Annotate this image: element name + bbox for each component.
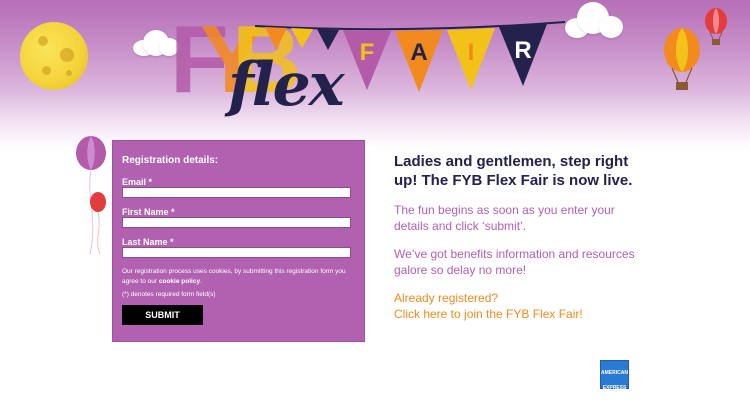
cookie-notice: Our registration process uses cookies, b…: [122, 267, 354, 287]
already-registered-block: Already registered? Click here to join t…: [394, 290, 644, 322]
cloud-decoration: [565, 2, 623, 38]
email-field[interactable]: [122, 187, 351, 198]
hot-air-balloon-orange-icon: [664, 28, 700, 90]
intro-paragraph-1: The fun begins as soon as you enter your…: [394, 203, 615, 233]
required-fields-note: (*) denotes required form field(s): [122, 291, 216, 298]
party-balloons-icon: [76, 136, 106, 255]
intro-paragraph-2: We’ve got benefits information and resou…: [394, 247, 635, 277]
already-registered-text: Already registered?: [394, 291, 499, 305]
amex-logo-line-1: AMERICAN: [601, 370, 628, 376]
moon-decoration: [20, 22, 88, 90]
bunting-letter-r: R: [514, 37, 531, 64]
email-label: Email *: [122, 177, 153, 187]
first-name-field[interactable]: [122, 217, 351, 228]
last-name-field[interactable]: [122, 247, 351, 258]
amex-logo-line-2: EXPRESS: [602, 385, 627, 391]
american-express-logo: AMERICAN EXPRESS: [600, 360, 629, 391]
cookie-notice-text: Our registration process uses cookies, b…: [122, 268, 346, 285]
headline: Ladies and gentlemen, step right up! The…: [394, 153, 633, 189]
registration-title: Registration details:: [122, 155, 219, 166]
submit-button[interactable]: SUBMIT: [122, 305, 203, 325]
first-name-label: First Name *: [122, 207, 175, 217]
cookie-notice-end: .: [200, 278, 202, 285]
registration-panel: Registration details: Email * First Name…: [112, 140, 365, 342]
bunting-letter-f: F: [360, 39, 375, 66]
last-name-label: Last Name *: [122, 237, 174, 247]
cookie-policy-link[interactable]: cookie policy: [159, 278, 200, 285]
hot-air-balloon-red-icon: [705, 8, 727, 45]
join-fair-link[interactable]: Click here to join the FYB Flex Fair!: [394, 306, 644, 322]
bunting-letter-i: I: [468, 39, 475, 66]
bunting-letter-a: A: [410, 39, 427, 66]
intro-copy: Ladies and gentlemen, step right up! The…: [394, 152, 644, 322]
logo-flex-script: flex: [228, 50, 345, 120]
